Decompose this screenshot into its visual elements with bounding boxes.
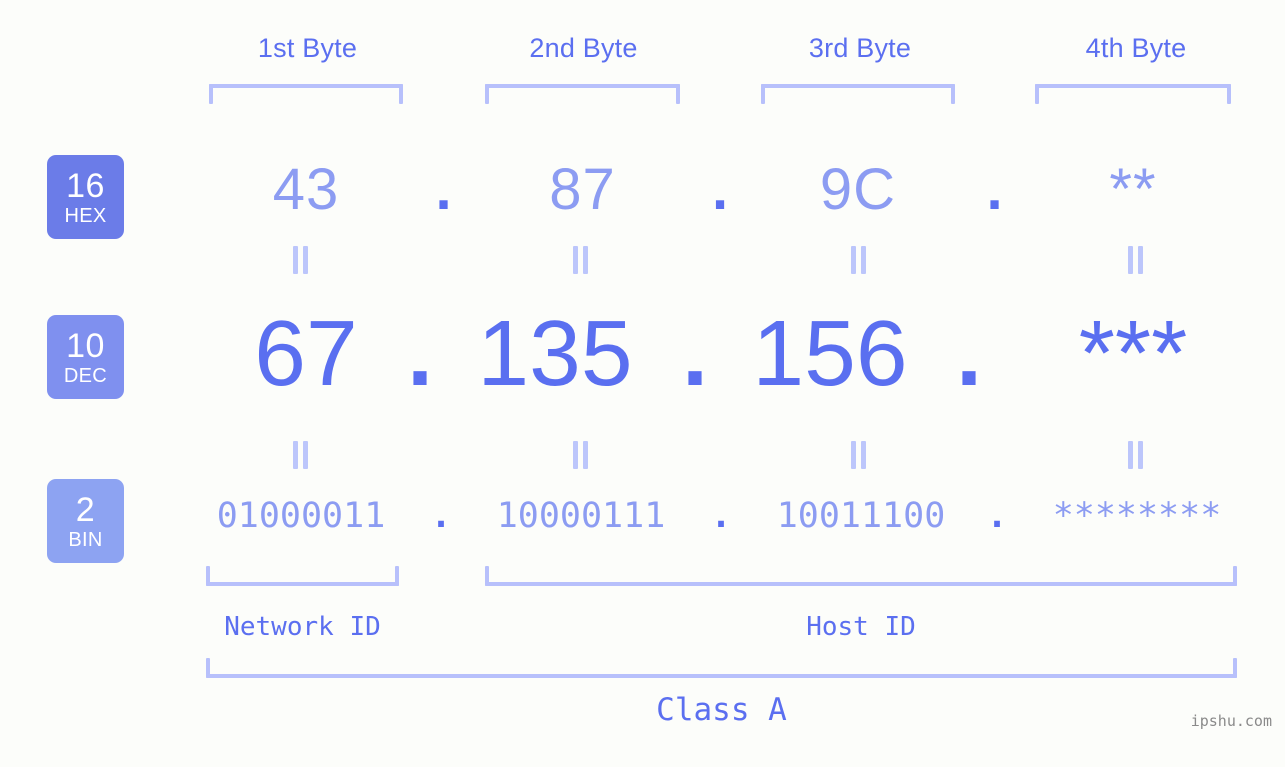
bracket-bar	[209, 84, 403, 88]
equals-bar	[293, 246, 298, 274]
bracket-tick-left	[485, 84, 489, 104]
equals-bar	[293, 441, 298, 469]
equals-bar	[583, 246, 588, 274]
bracket-tick-right	[1233, 566, 1237, 586]
bracket-tick-left	[206, 566, 210, 586]
bracket-tick-right	[1233, 658, 1237, 678]
dec-byte-1: 67	[254, 301, 358, 405]
bracket-tick-right	[399, 84, 403, 104]
hex-byte-2: 87	[549, 157, 616, 222]
equals-marker-dec-bin-3	[851, 441, 867, 469]
bin-byte-2: 10000111	[496, 496, 666, 536]
equals-marker-hex-dec-4	[1128, 246, 1144, 274]
byte-bracket-4	[1035, 84, 1231, 104]
network-id-label: Network ID	[224, 612, 381, 642]
base-badge-dec-number: 10	[66, 326, 105, 365]
equals-bar	[851, 246, 856, 274]
equals-bar	[861, 246, 866, 274]
bracket-tick-right	[395, 566, 399, 586]
equals-bar	[1128, 246, 1133, 274]
byte-bracket-3	[761, 84, 955, 104]
bin-separator-1: .	[430, 496, 452, 536]
bracket-tick-left	[485, 566, 489, 586]
byte-header-4: 4th Byte	[1085, 33, 1187, 63]
base-badge-bin: 2 BIN	[47, 479, 124, 563]
base-badge-dec-abbr: DEC	[63, 364, 108, 387]
equals-bar	[851, 441, 856, 469]
dec-byte-3: 156	[752, 301, 908, 405]
hex-byte-4: **	[1109, 157, 1157, 222]
equals-marker-dec-bin-2	[573, 441, 589, 469]
hex-separator-3: .	[986, 157, 1004, 222]
base-badge-hex-abbr: HEX	[64, 204, 107, 227]
equals-marker-dec-bin-4	[1128, 441, 1144, 469]
bin-separator-2: .	[710, 496, 732, 536]
bin-byte-1: 01000011	[216, 496, 386, 536]
ip-address-breakdown-diagram: 1st Byte 2nd Byte 3rd Byte 4th Byte 16 H…	[0, 0, 1285, 767]
byte-header-1: 1st Byte	[257, 33, 358, 63]
equals-marker-dec-bin-1	[293, 441, 309, 469]
bracket-tick-left	[206, 658, 210, 678]
byte-header-3: 3rd Byte	[808, 33, 912, 63]
byte-header-2: 2nd Byte	[529, 33, 638, 63]
dec-separator-3: .	[956, 301, 982, 405]
class-label: Class A	[656, 692, 787, 728]
bracket-bar	[485, 582, 1237, 586]
equals-bar	[1138, 246, 1143, 274]
equals-bar	[583, 441, 588, 469]
bin-separator-3: .	[986, 496, 1008, 536]
bracket-bar	[1035, 84, 1231, 88]
base-badge-bin-number: 2	[75, 490, 96, 529]
bracket-tick-left	[209, 84, 213, 104]
base-badge-hex-number: 16	[66, 166, 105, 205]
base-badge-dec: 10 DEC	[47, 315, 124, 399]
dec-separator-2: .	[682, 301, 708, 405]
hex-separator-1: .	[435, 157, 453, 222]
bracket-tick-right	[951, 84, 955, 104]
dec-byte-4: ***	[1078, 301, 1188, 405]
bracket-tick-left	[761, 84, 765, 104]
byte-bracket-2	[485, 84, 680, 104]
equals-bar	[1128, 441, 1133, 469]
equals-bar	[861, 441, 866, 469]
hex-separator-2: .	[711, 157, 730, 222]
bracket-tick-left	[1035, 84, 1039, 104]
bracket-tick-right	[1227, 84, 1231, 104]
equals-bar	[1138, 441, 1143, 469]
base-badge-bin-abbr: BIN	[68, 528, 103, 551]
bracket-tick-right	[676, 84, 680, 104]
bin-byte-3: 10011100	[776, 496, 946, 536]
hex-byte-1: 43	[272, 157, 340, 222]
host-id-label: Host ID	[806, 612, 916, 642]
equals-bar	[303, 246, 308, 274]
hex-byte-3: 9C	[819, 157, 897, 222]
base-badge-hex: 16 HEX	[47, 155, 124, 239]
dec-byte-2: 135	[477, 301, 633, 405]
dec-separator-1: .	[407, 301, 433, 405]
equals-marker-hex-dec-3	[851, 246, 867, 274]
equals-bar	[573, 246, 578, 274]
equals-marker-hex-dec-2	[573, 246, 589, 274]
equals-marker-hex-dec-1	[293, 246, 309, 274]
equals-bar	[303, 441, 308, 469]
class-bracket	[206, 658, 1237, 678]
bracket-bar	[761, 84, 955, 88]
host-id-bracket	[485, 566, 1237, 586]
bracket-bar	[206, 582, 399, 586]
bin-byte-4: ********	[1052, 496, 1222, 536]
bracket-bar	[485, 84, 680, 88]
byte-bracket-1	[209, 84, 403, 104]
network-id-bracket	[206, 566, 399, 586]
bracket-bar	[206, 674, 1237, 678]
site-watermark: ipshu.com	[1190, 712, 1272, 730]
equals-bar	[573, 441, 578, 469]
